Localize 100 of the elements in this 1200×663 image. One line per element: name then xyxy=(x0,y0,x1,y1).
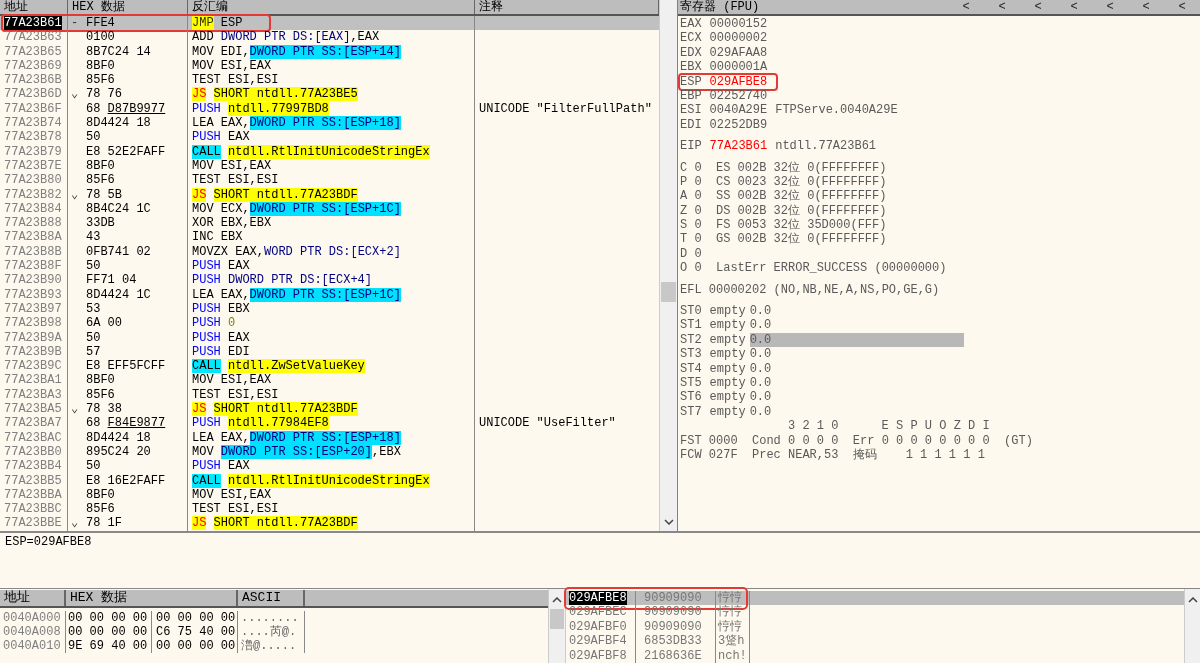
hex-cell: 33DB xyxy=(86,216,115,231)
register-line: Z 0 DS 002B 32位 0(FFFFFFFF) xyxy=(680,203,887,218)
address-cell: 029AFBF0 xyxy=(569,619,627,634)
collapse-button[interactable]: < xyxy=(1164,0,1200,14)
hex-cell: 8BF0 xyxy=(86,373,115,388)
fpu-value[interactable]: 0.0 xyxy=(749,318,772,333)
address-cell: 77A23B6D xyxy=(4,87,62,102)
register-name: ST2 xyxy=(680,332,702,348)
instruction-text: PUSH EAX xyxy=(192,330,250,345)
value-cell: 90909090 xyxy=(644,619,702,634)
register-comment: ntdll.77A23B61 xyxy=(775,139,877,154)
jump-marker: ⌄ xyxy=(71,87,79,102)
fpu-tag: empty xyxy=(709,332,746,348)
register-name: ST3 xyxy=(680,347,702,362)
hex-cell: 78 5B xyxy=(86,187,122,202)
hex-cell: 50 xyxy=(86,330,101,345)
collapse-button[interactable]: < xyxy=(984,0,1020,14)
scrollbar[interactable] xyxy=(548,589,566,663)
hex-cell: 68 D87B9977 xyxy=(86,101,166,117)
address-cell: 77A23B65 xyxy=(4,44,62,59)
scrollbar[interactable] xyxy=(659,0,677,532)
register-name: EAX xyxy=(680,17,702,32)
register-name: ST0 xyxy=(680,304,702,319)
column-header: HEX 数据 xyxy=(66,590,238,607)
register-value: 029AFBE8 xyxy=(709,74,768,89)
hex-cell: 00 00 00 00 xyxy=(68,611,148,626)
register-line: T 0 GS 002B 32位 0(FFFFFFFF) xyxy=(680,232,887,247)
fpu-value[interactable]: 0.0 xyxy=(749,361,772,376)
register-line: A 0 SS 002B 32位 0(FFFFFFFF) xyxy=(680,189,887,204)
instruction-text: LEA EAX,DWORD PTR SS:[ESP+1C] xyxy=(192,287,401,302)
register-line: P 0 CS 0023 32位 0(FFFFFFFF) xyxy=(680,174,887,189)
register-value: 0040A29E xyxy=(709,103,768,118)
hex-cell: 8D4424 18 xyxy=(86,116,151,131)
instruction-text: TEST ESI,ESI xyxy=(192,173,279,188)
hex-cell: E8 16E2FAFF xyxy=(86,473,166,488)
collapse-button[interactable]: < xyxy=(1056,0,1092,14)
fpu-value[interactable]: 0.0 xyxy=(749,347,772,362)
register-line: FST 0000 Cond 0 0 0 0 Err 0 0 0 0 0 0 0 0 (GT) xyxy=(680,433,1033,448)
scrollbar[interactable] xyxy=(1184,589,1200,663)
register-value: 029AFAA8 xyxy=(709,45,768,61)
hex-cell: 00 00 00 00 xyxy=(68,625,148,640)
address-cell: 77A23B78 xyxy=(4,130,62,145)
instruction-text: PUSH 0 xyxy=(192,316,236,331)
instruction-text: MOVZX EAX,WORD PTR DS:[ECX+2] xyxy=(192,244,401,260)
hex-cell: 50 xyxy=(86,259,101,274)
fpu-value[interactable]: 0.0 xyxy=(749,332,964,348)
instruction-text: CALL ntdll.RtlInitUnicodeStringEx xyxy=(192,473,430,488)
instruction-text: JS SHORT ntdll.77A23BE5 xyxy=(192,87,358,102)
scroll-thumb[interactable] xyxy=(550,609,564,630)
register-name: ECX xyxy=(680,31,702,46)
register-name: EBP xyxy=(680,88,702,104)
collapse-button[interactable]: < xyxy=(948,0,984,14)
hex-cell: 00 00 00 00 xyxy=(156,611,236,626)
hex-cell: E8 52E2FAFF xyxy=(86,144,166,159)
flag-caption: 3 2 1 0 E S P U O Z D I xyxy=(788,419,990,434)
address-cell: 77A23B6F xyxy=(4,101,62,116)
register-value: 77A23B61 xyxy=(709,139,768,154)
hex-cell: FF71 04 xyxy=(86,273,137,288)
address-cell: 0040A000 xyxy=(3,611,61,626)
register-line: D 0 xyxy=(680,246,702,262)
address-cell: 77A23B69 xyxy=(4,58,62,73)
hex-cell: 53 xyxy=(86,301,101,317)
address-cell: 77A23B80 xyxy=(4,173,62,188)
instruction-text: LEA EAX,DWORD PTR SS:[ESP+18] xyxy=(192,116,401,131)
fpu-value[interactable]: 0.0 xyxy=(749,304,772,319)
address-cell: 77A23BA3 xyxy=(4,387,62,402)
comment-text: UNICODE "UseFilter" xyxy=(479,416,616,431)
address-cell: 029AFBEC xyxy=(569,605,627,620)
address-cell: 77A23B98 xyxy=(4,316,62,331)
ascii-cell: ....芮@. xyxy=(241,625,297,640)
hex-cell: 8B7C24 14 xyxy=(86,44,151,59)
hex-cell: 78 38 xyxy=(86,402,122,417)
hex-cell: 0100 xyxy=(86,30,115,45)
scroll-thumb[interactable] xyxy=(661,282,676,302)
address-cell: 029AFBE8 xyxy=(569,591,627,606)
collapse-button[interactable]: < xyxy=(1020,0,1056,14)
address-cell: 77A23BBE xyxy=(4,516,62,531)
address-cell: 77A23B8B xyxy=(4,244,62,259)
fpu-value[interactable]: 0.0 xyxy=(749,376,772,391)
address-cell: 77A23B97 xyxy=(4,301,62,316)
fpu-tag: empty xyxy=(709,376,746,391)
address-cell: 77A23B88 xyxy=(4,216,62,231)
fpu-value[interactable]: 0.0 xyxy=(749,404,772,420)
jump-marker: ⌄ xyxy=(71,402,79,416)
value-cell: 6853DB33 xyxy=(644,634,702,649)
instruction-text: MOV DWORD PTR SS:[ESP+20],EBX xyxy=(192,444,401,460)
collapse-button[interactable]: < xyxy=(1092,0,1128,14)
instruction-text: PUSH EDI xyxy=(192,344,250,360)
collapse-button[interactable]: < xyxy=(1128,0,1164,14)
column-header: 地址 xyxy=(0,0,68,14)
address-cell: 77A23BBA xyxy=(4,487,62,502)
instruction-text: PUSH EAX xyxy=(192,459,250,474)
address-cell: 77A23B7E xyxy=(4,158,62,173)
fpu-value[interactable]: 0.0 xyxy=(749,390,772,405)
instruction-text: MOV ESI,EAX xyxy=(192,158,272,174)
instruction-text: MOV ECX,DWORD PTR SS:[ESP+1C] xyxy=(192,201,401,217)
instruction-text: XOR EBX,EBX xyxy=(192,216,272,231)
fpu-tag: empty xyxy=(709,304,746,319)
instruction-text: TEST ESI,ESI xyxy=(192,502,279,517)
address-cell: 77A23B74 xyxy=(4,116,62,131)
